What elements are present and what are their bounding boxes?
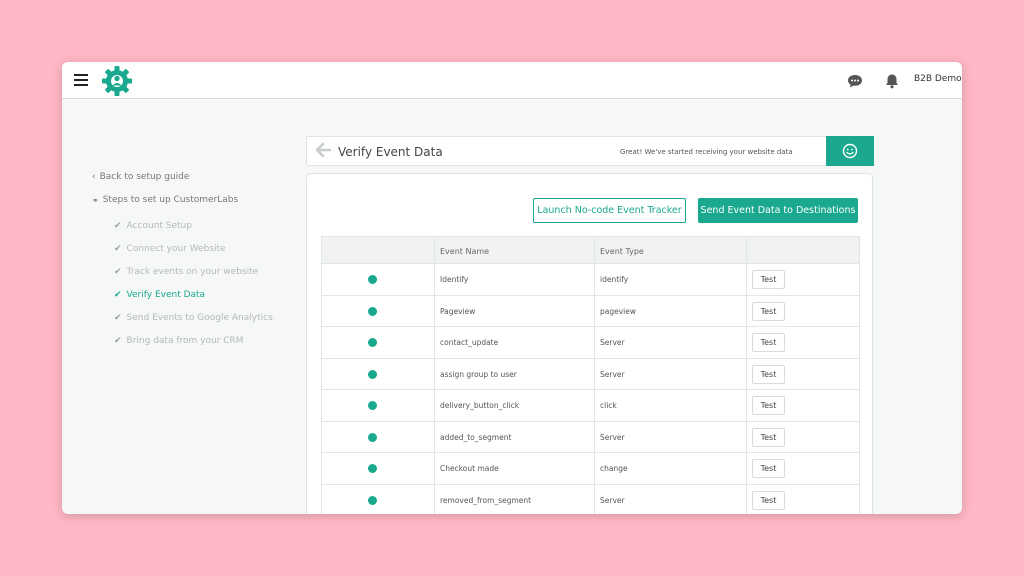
table-row: contact_update Server Test	[321, 327, 860, 359]
column-divider	[594, 236, 595, 514]
test-button[interactable]: Test	[752, 364, 785, 384]
chat-icon[interactable]	[846, 72, 864, 90]
step-send-events-ga[interactable]: ✔ Send Events to Google Analytics	[114, 313, 273, 323]
event-type-cell: Server	[600, 369, 625, 379]
arrow-left-icon[interactable]	[315, 142, 331, 158]
bell-icon[interactable]	[883, 72, 901, 90]
status-message: Great! We've started receiving your webs…	[620, 148, 793, 156]
event-type-cell: identify	[600, 275, 629, 284]
status-dot	[368, 432, 377, 442]
check-icon: ✔	[114, 244, 122, 254]
event-type-cell: Server	[600, 432, 625, 442]
table-header: Event Name Event Type	[321, 236, 860, 264]
table-row: Identify identify Test	[321, 264, 860, 296]
event-name-cell: Checkout made	[440, 464, 499, 473]
status-dot	[368, 306, 377, 316]
event-type-cell: change	[600, 464, 628, 473]
step-connect-website[interactable]: ✔ Connect your Website	[114, 244, 226, 254]
column-divider	[434, 236, 435, 514]
event-type-cell: pageview	[600, 306, 637, 316]
test-button[interactable]: Test	[752, 459, 785, 478]
status-dot	[368, 275, 377, 284]
step-label: Bring data from your CRM	[126, 336, 244, 346]
column-header-event-name: Event Name	[440, 247, 490, 256]
step-label: Connect your Website	[126, 244, 226, 254]
step-bring-crm-data[interactable]: ✔ Bring data from your CRM	[114, 336, 244, 346]
test-button[interactable]: Test	[752, 396, 785, 415]
test-button[interactable]: Test	[752, 270, 785, 289]
event-name-cell: added_to_segment	[440, 432, 512, 442]
test-button[interactable]: Test	[752, 427, 785, 447]
check-icon: ✔	[114, 267, 122, 277]
launch-event-tracker-button[interactable]: Launch No-code Event Tracker	[533, 198, 686, 223]
step-label: Account Setup	[126, 221, 192, 231]
status-dot	[368, 338, 377, 347]
send-to-destinations-button[interactable]: Send Event Data to Destinations	[698, 198, 858, 223]
step-verify-event-data[interactable]: ✔ Verify Event Data	[114, 290, 205, 300]
event-name-cell: Identify	[440, 275, 469, 284]
test-button[interactable]: Test	[752, 490, 785, 510]
user-name[interactable]: B2B Demo	[914, 74, 962, 84]
table-row: Checkout made change Test	[321, 453, 860, 485]
status-dot	[368, 369, 377, 379]
status-dot	[368, 495, 377, 505]
event-name-cell: removed_from_segment	[440, 495, 532, 505]
event-name-cell: assign group to user	[440, 369, 517, 379]
smile-button[interactable]	[826, 136, 874, 166]
status-dot	[368, 401, 377, 410]
event-type-cell: click	[600, 401, 617, 410]
smile-icon	[842, 143, 858, 159]
menu-icon[interactable]	[74, 73, 88, 87]
check-icon: ✔	[114, 221, 122, 231]
back-link-label: Back to setup guide	[99, 172, 190, 182]
app-window: B2B Demo ‹ Back to setup guide ⚭ Steps t…	[62, 62, 962, 514]
table-row: removed_from_segment Server Test	[321, 484, 860, 514]
event-name-cell: contact_update	[440, 338, 499, 347]
page-header-card: Verify Event Data Great! We've started r…	[306, 136, 874, 166]
test-button[interactable]: Test	[752, 333, 785, 352]
check-icon: ✔	[114, 290, 122, 300]
event-name-cell: Pageview	[440, 306, 476, 316]
top-bar: B2B Demo	[62, 62, 962, 99]
table-row: Pageview pageview Test	[321, 295, 860, 327]
chevron-left-icon: ‹	[92, 172, 96, 182]
step-label: Track events on your website	[126, 267, 259, 277]
steps-heading: ⚭ Steps to set up CustomerLabs	[92, 195, 238, 205]
steps-heading-label: Steps to set up CustomerLabs	[102, 195, 239, 205]
event-type-cell: Server	[600, 495, 625, 505]
step-account-setup[interactable]: ✔ Account Setup	[114, 221, 192, 231]
page-title: Verify Event Data	[338, 145, 443, 159]
table-row: assign group to user Server Test	[321, 358, 860, 390]
step-label: Verify Event Data	[126, 290, 206, 300]
check-icon: ✔	[114, 313, 122, 323]
column-divider	[746, 236, 747, 514]
back-to-guide-link[interactable]: ‹ Back to setup guide	[92, 172, 189, 182]
step-label: Send Events to Google Analytics	[126, 313, 273, 323]
gear-logo-icon[interactable]	[100, 64, 134, 98]
event-name-cell: delivery_button_click	[440, 401, 520, 410]
test-button[interactable]: Test	[752, 301, 785, 321]
column-header-event-type: Event Type	[600, 247, 644, 256]
event-type-cell: Server	[600, 338, 625, 347]
status-dot	[368, 464, 377, 473]
table-row: added_to_segment Server Test	[321, 421, 860, 453]
link-icon: ⚭	[92, 195, 99, 205]
table-row: delivery_button_click click Test	[321, 390, 860, 422]
check-icon: ✔	[114, 336, 122, 346]
events-card: Launch No-code Event Tracker Send Event …	[306, 173, 873, 514]
step-track-events[interactable]: ✔ Track events on your website	[114, 267, 258, 277]
